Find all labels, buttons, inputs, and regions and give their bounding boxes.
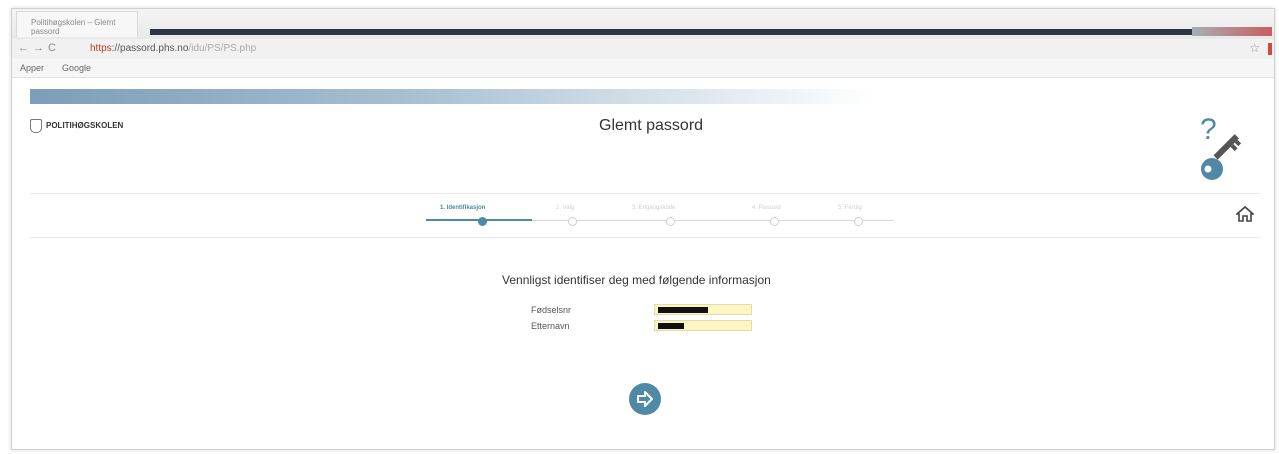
home-icon[interactable] xyxy=(1236,205,1254,223)
back-icon[interactable]: ← xyxy=(18,42,33,54)
bookmark-apps[interactable]: Apper xyxy=(20,63,44,73)
reload-icon[interactable]: C xyxy=(48,42,60,54)
tab-strip: Politihøgskolen – Glemt passord xyxy=(12,9,1274,39)
nav-buttons[interactable]: ←→C xyxy=(18,42,60,54)
progress-steps: 1. Identifikasjon 2. Valg 3. Engangskode… xyxy=(412,205,894,235)
arrow-right-icon xyxy=(637,391,653,407)
lastname-redacted xyxy=(658,323,684,329)
divider-top xyxy=(30,193,1260,194)
url-host: passord.phs.no xyxy=(120,43,189,54)
birthdate-label: Fødselsnr xyxy=(531,305,572,315)
url-field[interactable]: https://passord.phs.no/idu/PS/PS.php xyxy=(90,43,256,54)
step-label-choice: 2. Valg xyxy=(556,205,575,211)
lastname-label: Etternavn xyxy=(531,321,570,331)
progress-track xyxy=(532,220,894,221)
browser-tab[interactable]: Politihøgskolen – Glemt passord xyxy=(16,11,138,37)
browser-window: Politihøgskolen – Glemt passord ←→C http… xyxy=(11,8,1275,450)
birthdate-field[interactable] xyxy=(654,304,752,315)
address-bar: ←→C https://passord.phs.no/idu/PS/PS.php… xyxy=(12,39,1274,60)
logo-text: POLITIHØGSKOLEN xyxy=(46,121,124,131)
step-label-onetime-code: 3. Engangskode xyxy=(632,205,676,211)
url-protocol: https xyxy=(90,43,112,54)
next-button[interactable] xyxy=(629,383,661,415)
window-controls[interactable] xyxy=(1192,27,1272,36)
bookmarks-bar: Apper Google xyxy=(12,59,1274,78)
step-dot-5 xyxy=(854,217,863,226)
bookmark-star-icon[interactable]: ☆ xyxy=(1249,41,1260,55)
url-path: /idu/PS/PS.php xyxy=(188,43,257,54)
step-label-password: 4. Passord xyxy=(752,205,781,211)
logo[interactable]: POLITIHØGSKOLEN xyxy=(30,119,123,133)
step-label-done: 5. Ferdig xyxy=(838,205,862,211)
browser-menu-icon[interactable] xyxy=(1268,43,1272,55)
header-banner xyxy=(30,89,874,104)
step-dot-3 xyxy=(666,217,675,226)
lastname-field[interactable] xyxy=(654,320,752,331)
step-dot-2 xyxy=(568,217,577,226)
step-label-identification: 1. Identifikasjon xyxy=(440,205,486,211)
page-title: Glemt passord xyxy=(599,117,704,134)
birthdate-redacted xyxy=(658,307,708,313)
divider-bottom xyxy=(30,237,1260,238)
forward-icon[interactable]: → xyxy=(33,42,48,54)
crest-icon xyxy=(30,119,42,133)
question-key-icon: ? xyxy=(1200,113,1242,180)
svg-text:?: ? xyxy=(1200,113,1217,146)
instruction-text: Vennligst identifiser deg med følgende i… xyxy=(502,273,771,287)
step-dot-4 xyxy=(770,217,779,226)
bookmark-google[interactable]: Google xyxy=(62,63,91,73)
step-dot-1 xyxy=(478,217,487,226)
tab-strip-bar xyxy=(150,29,1270,35)
